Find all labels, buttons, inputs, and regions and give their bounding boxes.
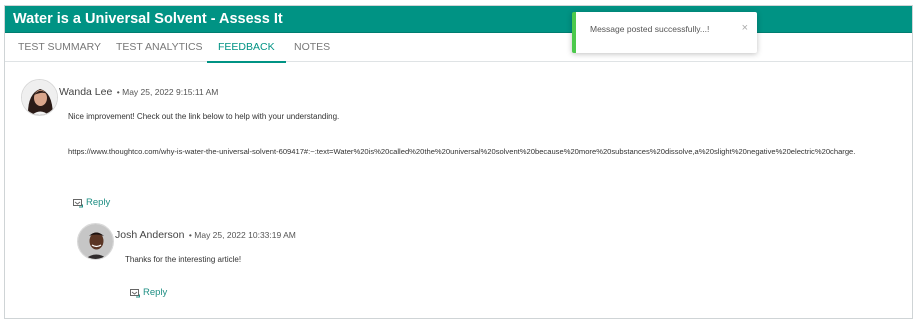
reply-timestamp: • May 25, 2022 10:33:19 AM	[188, 230, 296, 240]
avatar-josh-anderson	[78, 224, 113, 259]
reply-icon	[130, 288, 140, 297]
author-name: Wanda Lee	[59, 86, 113, 98]
tab-test-analytics[interactable]: TEST ANALYTICS	[116, 33, 203, 62]
reply-button[interactable]: Reply	[73, 197, 110, 208]
tab-test-summary[interactable]: TEST SUMMARY	[18, 33, 101, 62]
tab-bar: TEST SUMMARY TEST ANALYTICS FEEDBACK NOT…	[5, 33, 912, 63]
close-icon[interactable]: ×	[742, 22, 748, 34]
tab-notes[interactable]: NOTES	[294, 33, 330, 62]
comment-link[interactable]: https://www.thoughtco.com/why-is-water-t…	[68, 147, 855, 156]
reply-label: Reply	[86, 197, 111, 208]
avatar	[21, 79, 58, 116]
reply-icon	[73, 198, 83, 207]
page-title: Water is a Universal Solvent - Assess It	[5, 6, 912, 33]
comment-timestamp: • May 25, 2022 9:15:11 AM	[116, 87, 219, 97]
success-toast: Message posted successfully...! ×	[572, 12, 757, 53]
toast-message: Message posted successfully...!	[590, 24, 710, 34]
tab-feedback[interactable]: FEEDBACK	[207, 33, 286, 63]
comment-author: Wanda Lee • May 25, 2022 9:15:11 AM	[59, 82, 218, 100]
assessment-panel: Water is a Universal Solvent - Assess It…	[4, 5, 913, 319]
reply-button[interactable]: Reply	[130, 287, 167, 298]
comment-text: Nice improvement! Check out the link bel…	[68, 112, 340, 121]
reply-text: Thanks for the interesting article!	[125, 255, 242, 264]
reply-label: Reply	[143, 287, 168, 298]
avatar-wanda-lee	[22, 80, 57, 115]
avatar	[77, 223, 114, 260]
author-name: Josh Anderson	[115, 229, 185, 241]
tab-feedback-label: FEEDBACK	[218, 41, 275, 53]
active-tab-indicator	[207, 61, 286, 63]
reply-author: Josh Anderson • May 25, 2022 10:33:19 AM	[115, 225, 296, 243]
